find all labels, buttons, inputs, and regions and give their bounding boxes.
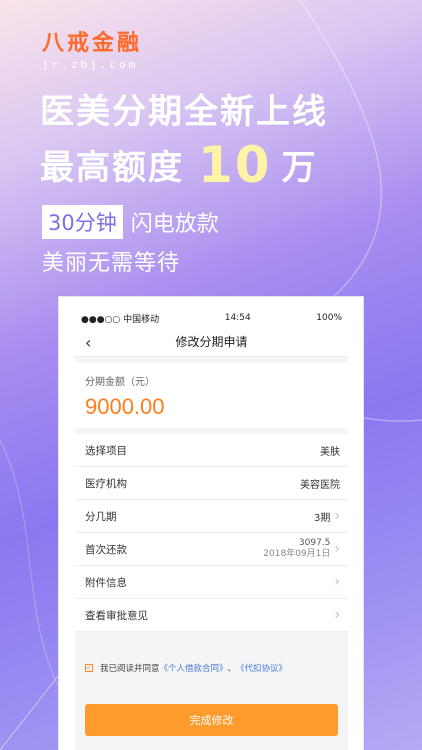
phone-mockup: ●●●○○ 中国移动 14:54 100% ‹ 修改分期申请 分期金额（元） 9…	[58, 296, 364, 750]
row-project[interactable]: 选择项目 美肤	[75, 434, 348, 467]
headline-line2: 最高额度 10 万	[40, 140, 318, 193]
tagline: 30分钟 闪电放款	[42, 205, 219, 239]
chevron-right-icon: ›	[334, 607, 340, 623]
form-rows: 选择项目 美肤 医疗机构 美容医院 分几期 3期 › 首次还款 3097.5 20…	[75, 434, 348, 632]
row-date: 2018年09月1日	[263, 549, 331, 559]
app-screen: ●●●○○ 中国移动 14:54 100% ‹ 修改分期申请 分期金额（元） 9…	[75, 309, 348, 750]
amount-section: 分期金额（元） 9000.00	[75, 363, 348, 428]
debit-agreement-link[interactable]: 《代扣协议》	[236, 662, 287, 674]
row-review[interactable]: 查看审批意见 ›	[75, 599, 348, 632]
status-bar: ●●●○○ 中国移动 14:54 100%	[75, 309, 348, 327]
row-label: 查看审批意见	[85, 609, 148, 622]
brand-domain: jr.zbj.com	[42, 58, 139, 71]
row-first-payment[interactable]: 首次还款 3097.5 2018年09月1日 ›	[75, 533, 348, 566]
nav-bar: ‹ 修改分期申请	[75, 327, 348, 357]
chevron-right-icon: ›	[334, 508, 340, 524]
agree-sep: 、	[227, 664, 237, 674]
chevron-right-icon: ›	[334, 574, 340, 590]
row-value: 3097.5	[298, 538, 331, 548]
row-label: 首次还款	[85, 543, 127, 556]
carrier-text: ●●●○○ 中国移动	[81, 314, 160, 325]
agree-checkbox[interactable]: ✓	[85, 664, 93, 672]
amount-label: 分期金额（元）	[85, 377, 155, 388]
headline-prefix: 最高额度	[40, 148, 184, 188]
row-label: 选择项目	[85, 444, 127, 457]
amount-value[interactable]: 9000.00	[85, 394, 338, 420]
tagline-rest: 闪电放款	[130, 212, 219, 237]
tagline-highlight: 30分钟	[42, 205, 123, 239]
chevron-left-icon[interactable]: ‹	[85, 333, 91, 352]
row-installments[interactable]: 分几期 3期 ›	[75, 500, 348, 533]
row-value: 美容医院	[300, 479, 340, 491]
headline-amount: 10	[198, 136, 272, 194]
submit-button[interactable]: 完成修改	[85, 704, 338, 736]
brand-logo: 八戒金融 jr.zbj.com	[42, 30, 142, 71]
headline-unit: 万	[281, 148, 318, 188]
agree-prefix: 我已阅读并同意	[100, 664, 160, 674]
brand-name: 八戒金融	[42, 30, 143, 56]
row-value: 美肤	[320, 446, 340, 458]
row-institution[interactable]: 医疗机构 美容医院	[75, 467, 348, 500]
chevron-right-icon: ›	[334, 541, 340, 557]
clock-text: 14:54	[224, 313, 251, 323]
row-label: 分几期	[85, 510, 117, 523]
row-label: 医疗机构	[85, 477, 127, 490]
headline-line1: 医美分期全新上线	[40, 92, 328, 132]
battery-text: 100%	[316, 313, 342, 323]
loan-contract-link[interactable]: 《个人借款合同》	[160, 662, 228, 674]
row-value-stack: 3097.5 2018年09月1日	[263, 538, 330, 560]
row-label: 附件信息	[85, 576, 127, 589]
page-title: 修改分期申请	[175, 335, 248, 349]
row-value: 3期	[314, 512, 331, 524]
row-attachments[interactable]: 附件信息 ›	[75, 566, 348, 599]
sub-headline: 美丽无需等待	[42, 251, 181, 276]
agreement: ✓ 我已阅读并同意 《个人借款合同》 、 《代扣协议》	[75, 632, 348, 674]
